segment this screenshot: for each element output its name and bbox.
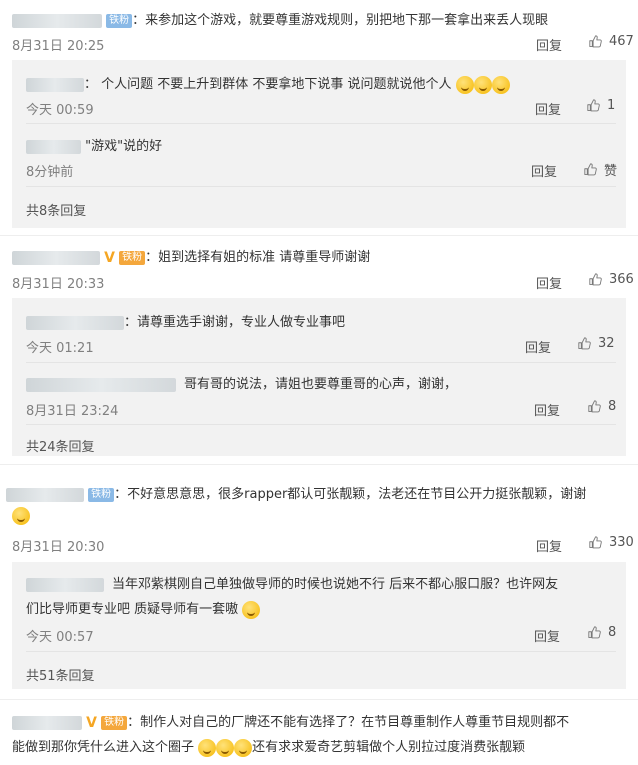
comment-time: 8月31日 20:33: [12, 277, 105, 292]
more-replies-link[interactable]: 共51条回复: [26, 665, 95, 684]
reply-time: 今天 00:57: [26, 630, 94, 645]
like-count: 467: [609, 34, 634, 49]
comment-2: V 铁粉 ：姐到选择有姐的标准 请尊重导师谢谢 8月31日 20:33 回复 36…: [0, 236, 638, 465]
thumb-up-icon: [589, 272, 602, 285]
reply-time: 8月31日 23:24: [26, 404, 119, 419]
comment-text-line-3: 还有求求爱奇艺剪辑做个人别拉过度消费张靓颖: [252, 740, 526, 755]
comment-text: ：来参加这个游戏，就要尊重游戏规则，别把地下那一套拿出来丢人现眼: [132, 13, 549, 28]
like-count: 366: [609, 272, 634, 287]
fan-badge: 铁粉: [101, 715, 128, 730]
username-blurred[interactable]: [26, 77, 84, 92]
username-blurred[interactable]: [12, 13, 102, 28]
username-blurred[interactable]: [26, 139, 81, 154]
divider: [26, 123, 616, 124]
comment-3: 铁粉 ：不好意思意思，很多rapper都认可张靓颖，法老还在节目公开力挺张靓颖，谢…: [0, 465, 638, 700]
thumb-up-icon: [578, 336, 591, 349]
more-replies-link[interactable]: 共8条回复: [26, 200, 86, 219]
reply-time: 今天 01:21: [26, 341, 94, 356]
thumb-up-icon: [589, 535, 602, 548]
like-count: 8: [608, 625, 617, 640]
comment-text: ：不好意思意思，很多rapper都认可张靓颖，法老还在节目公开力挺张靓颖，谢谢: [114, 487, 587, 502]
reply-text-line-1: 当年邓紫棋刚自己单独做导师的时候也说她不行 后来不都心服口服？也许网友: [112, 577, 559, 592]
comment-1: 铁粉 ：来参加这个游戏，就要尊重游戏规则，别把地下那一套拿出来丢人现眼 8月31日…: [0, 0, 638, 236]
username-blurred[interactable]: [26, 577, 104, 592]
like-button[interactable]: 8: [588, 399, 616, 414]
reply-button[interactable]: 回复: [535, 99, 561, 118]
comment-text-line-1: ：制作人对自己的厂牌还不能有选择了？在节目尊重制作人尊重节目规则都不: [127, 715, 570, 730]
reply-button[interactable]: 回复: [536, 35, 562, 54]
username-blurred[interactable]: [6, 487, 84, 502]
username-blurred[interactable]: [26, 315, 124, 330]
reply-button[interactable]: 回复: [534, 626, 560, 645]
like-count: 8: [608, 399, 617, 414]
reply-text: ： 个人问题 不要上升到群体 不要拿地下说事 说问题就说他个人: [84, 77, 452, 92]
reply-text: ：请尊重选手谢谢，专业人做专业事吧: [124, 315, 346, 330]
reply-text-line-2: 们比导师更专业吧 质疑导师有一套嗷: [26, 602, 239, 617]
like-button[interactable]: 1: [587, 98, 615, 113]
like-count: 32: [598, 336, 615, 351]
smile-emoji-icon: [12, 507, 30, 525]
verified-v-icon: V: [104, 249, 115, 266]
thumb-up-icon: [588, 399, 601, 412]
username-blurred[interactable]: [12, 250, 100, 265]
reply-button[interactable]: 回复: [536, 536, 562, 555]
like-button[interactable]: 467: [589, 34, 634, 49]
fan-badge: 铁粉: [119, 250, 146, 265]
comment-time: 8月31日 20:25: [12, 39, 105, 54]
like-button[interactable]: 330: [589, 535, 634, 550]
smile-emoji-icon: [455, 75, 474, 94]
like-button[interactable]: 32: [578, 336, 615, 351]
reply-text: "游戏"说的好: [85, 139, 163, 154]
like-label: 赞: [604, 164, 618, 179]
comment-4: V 铁粉 ：制作人对自己的厂牌还不能有选择了？在节目尊重制作人尊重节目规则都不 能…: [0, 700, 638, 765]
like-button[interactable]: 8: [588, 625, 616, 640]
comment-time: 8月31日 20:30: [12, 540, 105, 555]
reply-text: 哥有哥的说法，请姐也要尊重哥的心声，谢谢，: [184, 377, 458, 392]
like-button[interactable]: 赞: [584, 160, 617, 179]
username-blurred[interactable]: [12, 715, 82, 730]
divider: [26, 424, 616, 425]
divider: [26, 186, 616, 187]
thumb-up-icon: [584, 162, 597, 175]
divider: [26, 362, 616, 363]
reply-button[interactable]: 回复: [534, 400, 560, 419]
smile-emoji-icon: [491, 75, 510, 94]
like-count: 1: [607, 98, 616, 113]
smile-emoji-icon: [473, 75, 492, 94]
reply-time: 今天 00:59: [26, 103, 94, 118]
comment-text: ：姐到选择有姐的标准 请尊重导师谢谢: [145, 250, 371, 265]
smile-emoji-icon: [242, 600, 261, 619]
smile-emoji-icon: [216, 738, 235, 757]
fan-badge: 铁粉: [88, 487, 115, 502]
thumb-up-icon: [587, 98, 600, 111]
smile-emoji-icon: [198, 738, 217, 757]
smile-emoji-icon: [234, 738, 253, 757]
thumb-up-icon: [589, 34, 602, 47]
thumb-up-icon: [588, 625, 601, 638]
like-count: 330: [609, 535, 634, 550]
like-button[interactable]: 366: [589, 272, 634, 287]
fan-badge: 铁粉: [106, 13, 133, 28]
verified-v-icon: V: [86, 714, 97, 731]
comment-text-line-2: 能做到那你凭什么进入这个圈子: [12, 740, 195, 755]
reply-button[interactable]: 回复: [536, 273, 562, 292]
more-replies-link[interactable]: 共24条回复: [26, 436, 95, 455]
username-blurred[interactable]: [26, 377, 176, 392]
reply-time: 8分钟前: [26, 165, 74, 180]
reply-button[interactable]: 回复: [531, 161, 557, 180]
divider: [26, 651, 616, 652]
reply-button[interactable]: 回复: [525, 337, 551, 356]
